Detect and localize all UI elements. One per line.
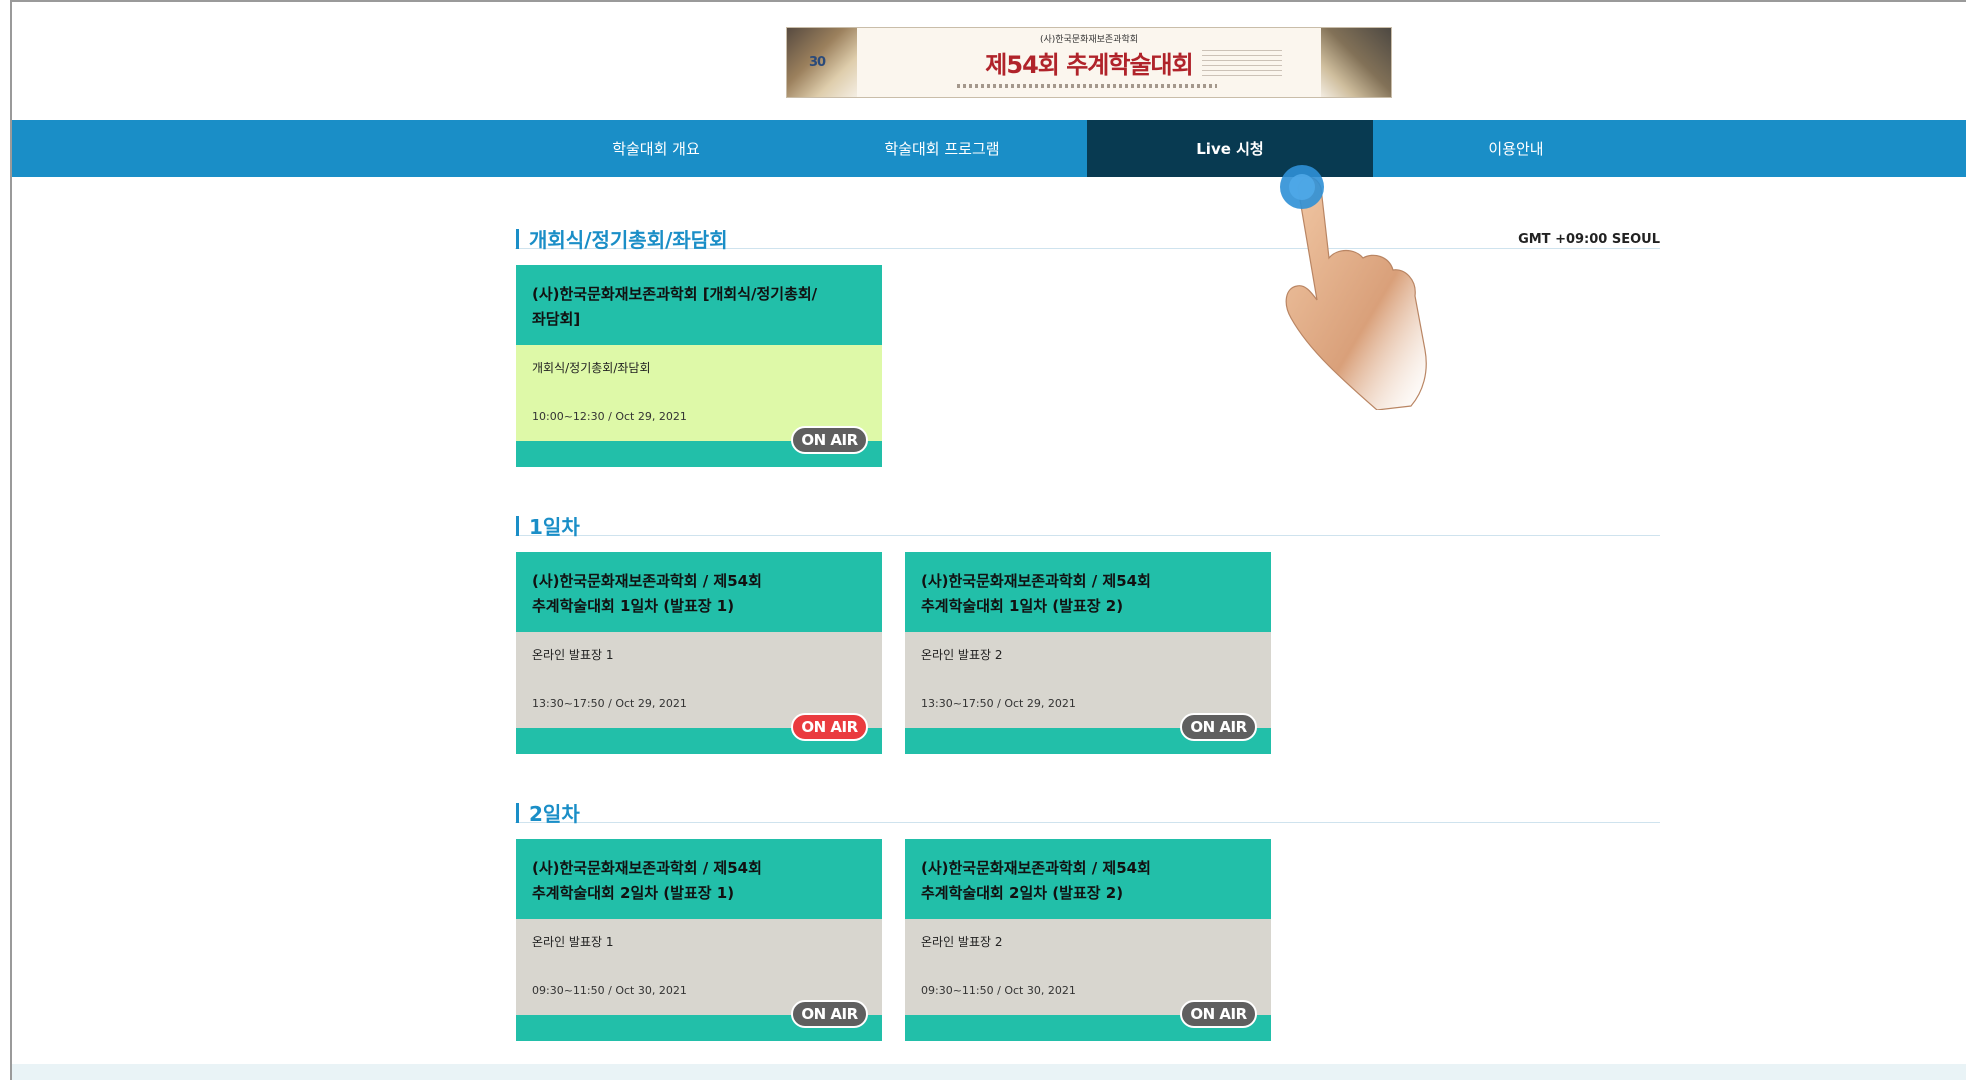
session-title-line: (사)한국문화재보존과학회 / 제54회: [921, 572, 1151, 590]
session-title-line: (사)한국문화재보존과학회 [개회식/정기총회/: [532, 285, 818, 303]
nav-item-overview[interactable]: 학술대회 개요: [513, 120, 799, 177]
session-card[interactable]: (사)한국문화재보존과학회 / 제54회 추계학술대회 1일차 (발표장 1) …: [516, 552, 882, 754]
session-title: (사)한국문화재보존과학회 / 제54회 추계학술대회 2일차 (발표장 2): [921, 856, 1255, 906]
banner-society-name: (사)한국문화재보존과학회: [1039, 35, 1139, 45]
session-room: 온라인 발표장 1: [532, 935, 614, 949]
section-title: 2일차: [529, 802, 580, 826]
session-title-line: (사)한국문화재보존과학회 / 제54회: [921, 859, 1151, 877]
session-title: (사)한국문화재보존과학회 / 제54회 추계학술대회 1일차 (발표장 1): [532, 569, 866, 619]
session-title-line: 추계학술대회 2일차 (발표장 1): [532, 884, 735, 902]
nav-item-program[interactable]: 학술대회 프로그램: [799, 120, 1085, 177]
on-air-badge-live[interactable]: ON AIR: [791, 713, 868, 741]
timezone-label: GMT +09:00 SEOUL: [1518, 232, 1660, 247]
banner-english-text-decoration: [1202, 50, 1282, 76]
session-time: 13:30~17:50 / Oct 29, 2021: [921, 697, 1076, 710]
section-title: 1일차: [529, 515, 580, 539]
banner-info-line-decoration: [957, 84, 1217, 88]
session-title-line: (사)한국문화재보존과학회 / 제54회: [532, 859, 762, 877]
conference-banner[interactable]: 30 (사)한국문화재보존과학회 제54회 추계학술대회: [786, 27, 1392, 98]
session-title-line: 좌담회]: [532, 310, 581, 328]
session-title: (사)한국문화재보존과학회 / 제54회 추계학술대회 2일차 (발표장 1): [532, 856, 866, 906]
section-marker: [516, 229, 519, 249]
section-day2: 2일차: [515, 800, 1660, 826]
section-opening: 개회식/정기총회/좌담회 GMT +09:00 SEOUL: [515, 226, 1660, 252]
session-card[interactable]: (사)한국문화재보존과학회 / 제54회 추계학술대회 2일차 (발표장 1) …: [516, 839, 882, 1041]
section-day1: 1일차: [515, 513, 1660, 539]
on-air-badge[interactable]: ON AIR: [1180, 1000, 1257, 1028]
session-card[interactable]: (사)한국문화재보존과학회 [개회식/정기총회/ 좌담회] 개회식/정기총회/좌…: [516, 265, 882, 467]
session-title: (사)한국문화재보존과학회 [개회식/정기총회/ 좌담회]: [532, 282, 866, 332]
session-title-line: 추계학술대회 2일차 (발표장 2): [921, 884, 1124, 902]
session-title-line: 추계학술대회 1일차 (발표장 1): [532, 597, 735, 615]
session-time: 09:30~11:50 / Oct 30, 2021: [921, 984, 1076, 997]
session-title: (사)한국문화재보존과학회 / 제54회 추계학술대회 1일차 (발표장 2): [921, 569, 1255, 619]
session-title-line: (사)한국문화재보존과학회 / 제54회: [532, 572, 762, 590]
session-card[interactable]: (사)한국문화재보존과학회 / 제54회 추계학술대회 1일차 (발표장 2) …: [905, 552, 1271, 754]
session-time: 10:00~12:30 / Oct 29, 2021: [532, 410, 687, 423]
on-air-badge[interactable]: ON AIR: [791, 1000, 868, 1028]
session-room: 온라인 발표장 2: [921, 935, 1003, 949]
session-card[interactable]: (사)한국문화재보존과학회 / 제54회 추계학술대회 2일차 (발표장 2) …: [905, 839, 1271, 1041]
hand-pointer-icon: [1280, 165, 1427, 410]
session-time: 09:30~11:50 / Oct 30, 2021: [532, 984, 687, 997]
session-time: 13:30~17:50 / Oct 29, 2021: [532, 697, 687, 710]
section-marker: [516, 516, 519, 536]
session-room: 온라인 발표장 1: [532, 648, 614, 662]
main-nav: 학술대회 개요 학술대회 프로그램 Live 시청 이용안내: [12, 120, 1966, 177]
session-room: 개회식/정기총회/좌담회: [532, 361, 651, 375]
on-air-badge[interactable]: ON AIR: [791, 426, 868, 454]
banner-event-title: 제54회 추계학술대회: [985, 51, 1193, 79]
section-title: 개회식/정기총회/좌담회: [529, 228, 728, 252]
on-air-badge[interactable]: ON AIR: [1180, 713, 1257, 741]
footer-strip: [12, 1064, 1966, 1080]
session-title-line: 추계학술대회 1일차 (발표장 2): [921, 597, 1124, 615]
window-border-top: [10, 0, 1966, 2]
session-room: 온라인 발표장 2: [921, 648, 1003, 662]
section-marker: [516, 803, 519, 823]
